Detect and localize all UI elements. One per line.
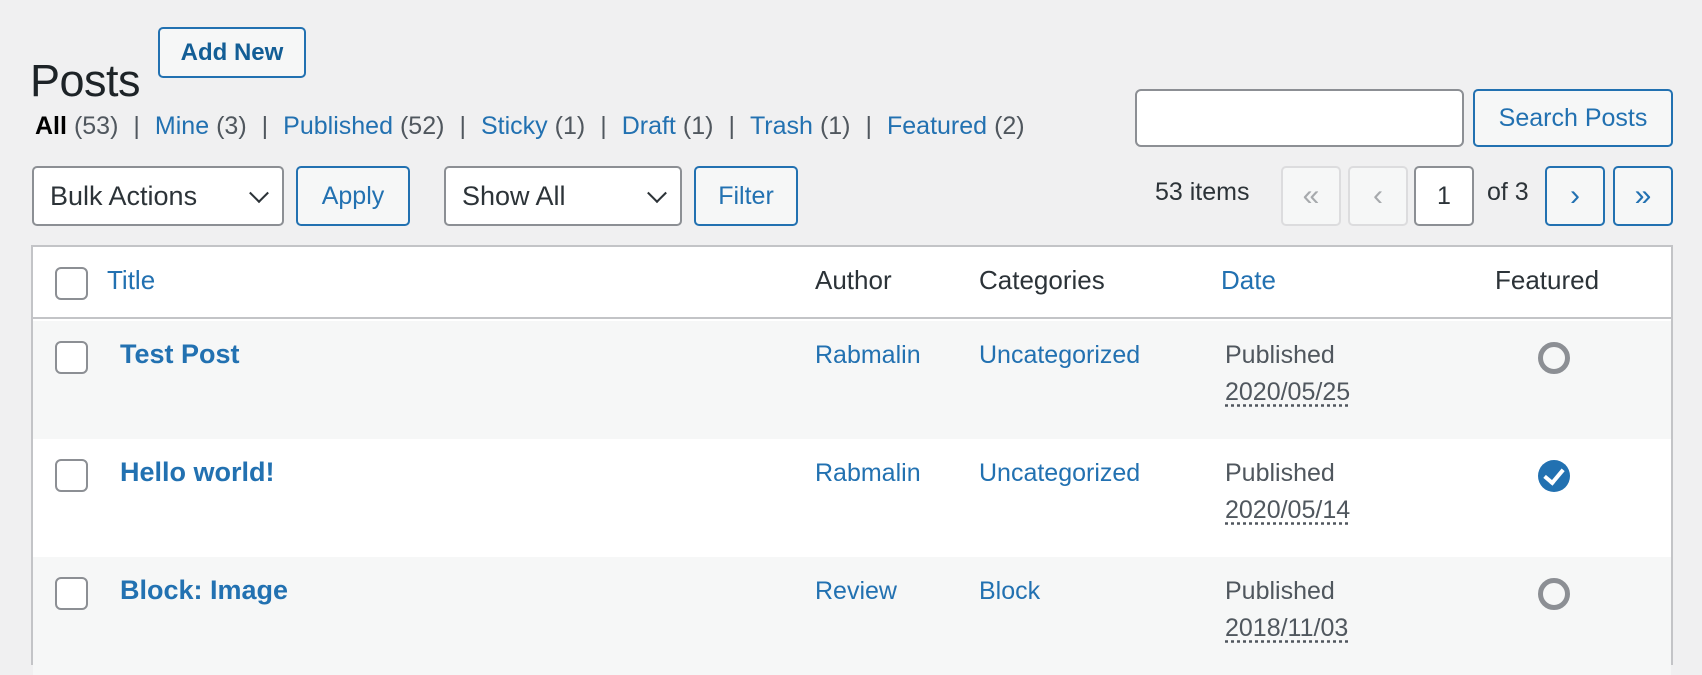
total-pages: of 3 xyxy=(1487,178,1529,206)
chevron-down-icon xyxy=(647,183,667,204)
items-count: 53 items xyxy=(1155,178,1250,206)
column-title[interactable]: Title xyxy=(107,265,155,296)
table-row: Hello world! Rabmalin Uncategorized Publ… xyxy=(33,439,1671,557)
status-count-mine: (3) xyxy=(216,112,247,140)
post-status: Published xyxy=(1225,341,1335,369)
date-cell: Published 2020/05/25 xyxy=(1225,341,1350,407)
post-title-link[interactable]: Hello world! xyxy=(120,457,275,488)
category-link[interactable]: Block xyxy=(979,577,1040,606)
first-page-button: « xyxy=(1281,166,1341,226)
status-count-sticky: (1) xyxy=(554,112,586,140)
bulk-actions-value: Bulk Actions xyxy=(50,180,198,211)
date-cell: Published 2018/11/03 xyxy=(1225,577,1348,643)
post-status: Published xyxy=(1225,459,1335,487)
status-link-sticky[interactable]: Sticky xyxy=(481,112,548,141)
chevron-down-icon xyxy=(249,183,269,204)
column-categories: Categories xyxy=(979,265,1105,295)
table-row: Block: Image Review Block Published 2018… xyxy=(33,557,1671,675)
featured-filter-select[interactable]: Show All xyxy=(444,166,682,226)
current-page-input[interactable]: 1 xyxy=(1414,166,1474,226)
page-title: Posts xyxy=(30,55,141,107)
separator: | xyxy=(133,112,140,140)
row-checkbox[interactable] xyxy=(55,577,88,610)
post-date: 2018/11/03 xyxy=(1225,614,1349,642)
add-new-button[interactable]: Add New xyxy=(158,27,306,78)
category-link[interactable]: Uncategorized xyxy=(979,459,1140,488)
column-author: Author xyxy=(815,265,892,295)
status-link-all[interactable]: All xyxy=(35,112,67,141)
next-page-button[interactable]: › xyxy=(1545,166,1605,226)
post-date: 2020/05/14 xyxy=(1225,496,1351,524)
row-checkbox[interactable] xyxy=(55,459,88,492)
status-count-trash: (1) xyxy=(819,112,851,140)
post-title-link[interactable]: Block: Image xyxy=(120,575,288,606)
author-link[interactable]: Review xyxy=(815,577,897,606)
featured-filter-value: Show All xyxy=(462,180,566,211)
separator: | xyxy=(459,112,466,140)
category-link[interactable]: Uncategorized xyxy=(979,341,1140,370)
post-title-link[interactable]: Test Post xyxy=(120,339,240,370)
row-checkbox[interactable] xyxy=(55,341,88,374)
separator: | xyxy=(728,112,735,140)
table-row: Test Post Rabmalin Uncategorized Publish… xyxy=(33,321,1671,439)
status-link-trash[interactable]: Trash xyxy=(750,112,813,141)
featured-toggle-icon[interactable] xyxy=(1538,578,1570,610)
filter-button[interactable]: Filter xyxy=(694,166,798,226)
author-link[interactable]: Rabmalin xyxy=(815,341,921,370)
post-status: Published xyxy=(1225,577,1335,605)
status-count-all: (53) xyxy=(73,112,119,140)
column-date[interactable]: Date xyxy=(1221,265,1276,296)
column-featured: Featured xyxy=(1495,265,1600,295)
status-link-mine[interactable]: Mine xyxy=(155,112,209,141)
post-date: 2020/05/25 xyxy=(1225,378,1351,406)
separator: | xyxy=(261,112,269,140)
status-count-draft: (1) xyxy=(682,112,714,140)
date-cell: Published 2020/05/14 xyxy=(1225,459,1350,525)
search-input[interactable] xyxy=(1135,89,1464,147)
featured-toggle-icon[interactable] xyxy=(1538,342,1570,374)
prev-page-button: ‹ xyxy=(1348,166,1408,226)
last-page-button[interactable]: » xyxy=(1613,166,1673,226)
status-count-published: (52) xyxy=(399,112,445,140)
separator: | xyxy=(865,112,873,140)
status-link-published[interactable]: Published xyxy=(283,112,393,141)
status-link-featured[interactable]: Featured xyxy=(887,112,987,141)
apply-button[interactable]: Apply xyxy=(296,166,410,226)
search-posts-button[interactable]: Search Posts xyxy=(1473,89,1673,147)
status-count-featured: (2) xyxy=(994,112,1025,140)
posts-table: Title Author Categories Date Featured Te… xyxy=(31,245,1673,675)
select-all-checkbox[interactable] xyxy=(55,267,88,300)
table-header: Title Author Categories Date Featured xyxy=(33,247,1671,319)
status-filter-links: All (53) | Mine (3) | Published (52) | S… xyxy=(35,112,1025,141)
featured-check-icon[interactable] xyxy=(1538,460,1570,492)
author-link[interactable]: Rabmalin xyxy=(815,459,921,488)
bulk-actions-select[interactable]: Bulk Actions xyxy=(32,166,284,226)
separator: | xyxy=(600,112,607,140)
status-link-draft[interactable]: Draft xyxy=(622,112,676,141)
